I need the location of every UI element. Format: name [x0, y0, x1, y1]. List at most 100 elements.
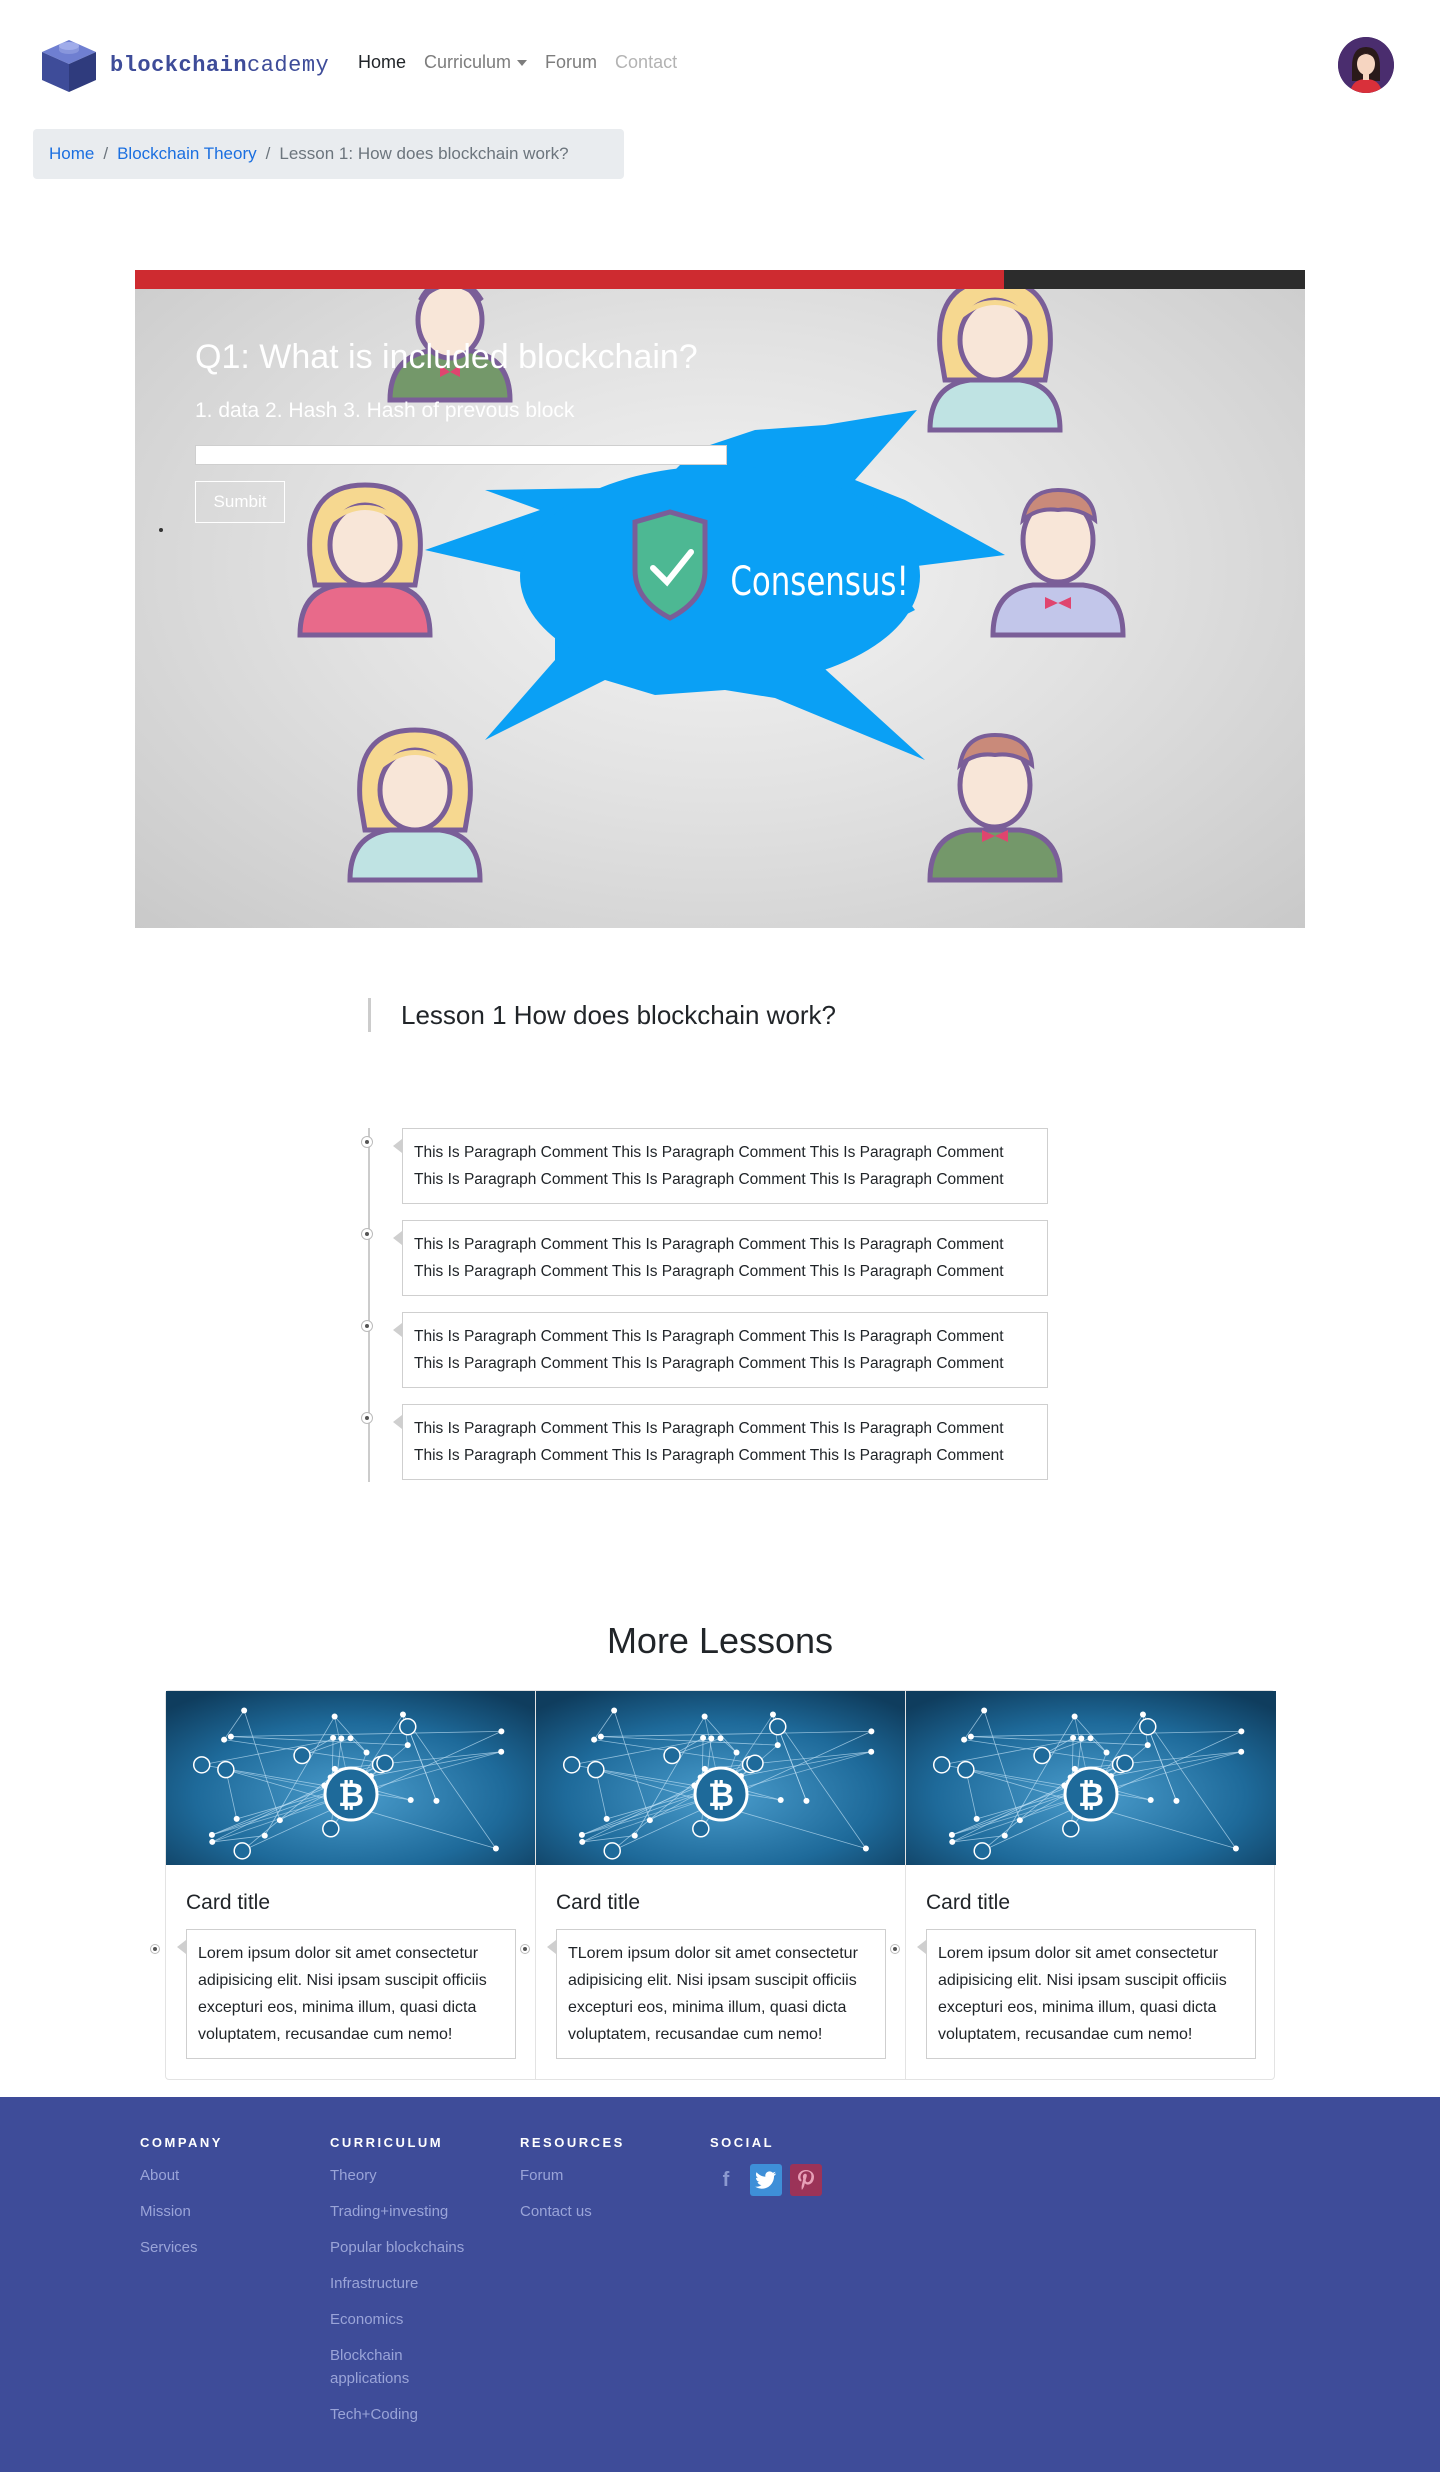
nav-curriculum-label: Curriculum	[424, 52, 512, 72]
bitcoin-network-image: ₿	[906, 1691, 1276, 1865]
footer-heading: SOCIAL	[710, 2135, 775, 2150]
comment-pointer	[393, 1231, 402, 1245]
footer-link-infrastructure[interactable]: Infrastructure	[330, 2272, 480, 2295]
timeline-dot	[361, 1320, 373, 1332]
social-icons: f	[710, 2164, 822, 2196]
footer-link-forum[interactable]: Forum	[520, 2164, 625, 2187]
bitcoin-network-image: ₿	[166, 1691, 535, 1865]
comment-pointer	[917, 1940, 926, 1954]
lesson-card[interactable]: ₿ Card title Lorem ipsum dolor sit amet …	[151, 1691, 536, 2079]
comment-text: This Is Paragraph Comment This Is Paragr…	[414, 1236, 1004, 1280]
consensus-banner-text: Consensus!	[730, 558, 909, 605]
nav-contact[interactable]: Contact	[615, 52, 677, 73]
more-lessons-heading: More Lessons	[606, 1620, 834, 1661]
footer-link-about[interactable]: About	[140, 2164, 223, 2187]
footer-heading: COMPANY	[140, 2135, 223, 2150]
comment-item: This Is Paragraph Comment This Is Paragr…	[393, 1312, 1048, 1388]
comment-text: This Is Paragraph Comment This Is Paragr…	[414, 1144, 1004, 1188]
timeline-dot	[361, 1412, 373, 1424]
breadcrumb-separator: /	[265, 144, 271, 163]
person-middle-right	[990, 487, 1126, 638]
comment-text: This Is Paragraph Comment This Is Paragr…	[414, 1420, 1004, 1464]
card-text: Lorem ipsum dolor sit amet consectetur a…	[891, 1929, 1256, 2059]
nav-forum[interactable]: Forum	[545, 52, 597, 73]
timeline-line	[368, 1128, 370, 1482]
brand-link[interactable]: blockchaincademy	[38, 36, 329, 94]
person-bottom-right	[927, 732, 1063, 883]
comment-item: This Is Paragraph Comment This Is Paragr…	[393, 1220, 1048, 1296]
breadcrumb-section[interactable]: Blockchain Theory	[117, 144, 257, 164]
footer-link-mission[interactable]: Mission	[140, 2200, 223, 2223]
bitcoin-network-image: ₿	[536, 1691, 905, 1865]
answer-input[interactable]	[195, 445, 727, 465]
comment-pointer	[393, 1415, 402, 1429]
submit-button[interactable]: Sumbit	[195, 481, 285, 523]
comment-item: This Is Paragraph Comment This Is Paragr…	[393, 1404, 1048, 1480]
card-text: TLorem ipsum dolor sit amet consectetur …	[521, 1929, 886, 2059]
person-top-right	[927, 277, 1063, 433]
footer-link-services[interactable]: Services	[140, 2236, 223, 2259]
card-title: Card title	[926, 1891, 1011, 1914]
facebook-icon[interactable]: f	[710, 2164, 742, 2196]
svg-text:₿: ₿	[708, 1776, 734, 1814]
footer-link-blockchain-applications[interactable]: Blockchain applications	[330, 2344, 440, 2390]
chevron-down-icon	[517, 60, 528, 67]
person-bottom-left	[347, 727, 483, 883]
card-title: Card title	[556, 1891, 641, 1914]
card-text-content: TLorem ipsum dolor sit amet consectetur …	[568, 1945, 858, 2043]
quiz-form: Q1: What is included blockchain? 1. data…	[159, 338, 755, 532]
card-text-content: Lorem ipsum dolor sit amet consectetur a…	[198, 1945, 487, 2043]
brand-name: blockchaincademy	[110, 52, 330, 78]
user-avatar[interactable]	[1338, 37, 1394, 93]
timeline-dot	[361, 1228, 373, 1240]
nav-home[interactable]: Home	[358, 52, 406, 73]
svg-text:₿: ₿	[338, 1776, 364, 1814]
quiz-question: Q1: What is included blockchain?	[195, 338, 698, 376]
list-bullet	[521, 1945, 529, 1953]
navbar: blockchaincademy Home Curriculum Forum C…	[0, 0, 1440, 130]
footer-social: SOCIAL f	[710, 2135, 822, 2196]
twitter-icon[interactable]	[750, 2164, 782, 2196]
footer-company: COMPANY About Mission Services	[140, 2135, 223, 2272]
quiz-progress-fill	[135, 270, 1005, 289]
breadcrumb-current: Lesson 1: How does blockchain work?	[279, 144, 569, 163]
footer-link-theory[interactable]: Theory	[330, 2164, 480, 2187]
footer-link-tech-coding[interactable]: Tech+Coding	[330, 2403, 480, 2426]
main-nav: Home Curriculum Forum Contact	[358, 52, 695, 73]
footer-resources: RESOURCES Forum Contact us	[520, 2135, 625, 2236]
quiz-progress-bar	[135, 270, 1305, 289]
list-bullet	[159, 528, 163, 532]
breadcrumb: Home / Blockchain Theory / Lesson 1: How…	[33, 129, 624, 179]
breadcrumb-home[interactable]: Home	[49, 144, 94, 164]
nav-curriculum-dropdown[interactable]: Curriculum	[424, 52, 528, 73]
twitter-bird-glyph	[755, 2171, 776, 2189]
pinterest-icon[interactable]	[790, 2164, 822, 2196]
pinterest-glyph	[798, 2170, 814, 2190]
comment-timeline: This Is Paragraph Comment This Is Paragr…	[361, 1128, 1068, 1482]
brand-cube-icon	[42, 40, 96, 92]
footer-heading: CURRICULUM	[330, 2135, 444, 2150]
footer-curriculum: CURRICULUM Theory Trading+investing Popu…	[330, 2135, 480, 2439]
lesson-title: Lesson 1 How does blockchain work?	[368, 998, 836, 1032]
card-text-content: Lorem ipsum dolor sit amet consectetur a…	[938, 1945, 1227, 2043]
list-bullet	[151, 1945, 159, 1953]
footer-heading: RESOURCES	[520, 2135, 625, 2150]
quiz-hint: 1. data 2. Hash 3. Hash of prevous block	[195, 399, 575, 422]
footer: COMPANY About Mission Services CURRICULU…	[0, 2097, 1440, 2472]
comment-pointer	[547, 1940, 556, 1954]
comment-item: This Is Paragraph Comment This Is Paragr…	[393, 1128, 1048, 1204]
footer-link-trading[interactable]: Trading+investing	[330, 2200, 480, 2223]
list-bullet	[891, 1945, 899, 1953]
user-avatar-icon	[1338, 37, 1394, 93]
svg-text:₿: ₿	[1078, 1776, 1104, 1814]
timeline-dot	[361, 1136, 373, 1148]
comment-text: This Is Paragraph Comment This Is Paragr…	[414, 1328, 1004, 1372]
comment-pointer	[177, 1940, 186, 1954]
breadcrumb-separator: /	[103, 144, 109, 163]
lesson-card[interactable]: ₿ Card title TLorem ipsum dolor sit amet…	[521, 1691, 906, 2079]
footer-link-contact-us[interactable]: Contact us	[520, 2200, 625, 2223]
lesson-card[interactable]: ₿ Card title Lorem ipsum dolor sit amet …	[891, 1691, 1276, 2079]
footer-link-economics[interactable]: Economics	[330, 2308, 480, 2331]
footer-link-popular-blockchains[interactable]: Popular blockchains	[330, 2236, 480, 2259]
hero-quiz: Consensus! Q1: What is included blockcha…	[135, 270, 1305, 928]
